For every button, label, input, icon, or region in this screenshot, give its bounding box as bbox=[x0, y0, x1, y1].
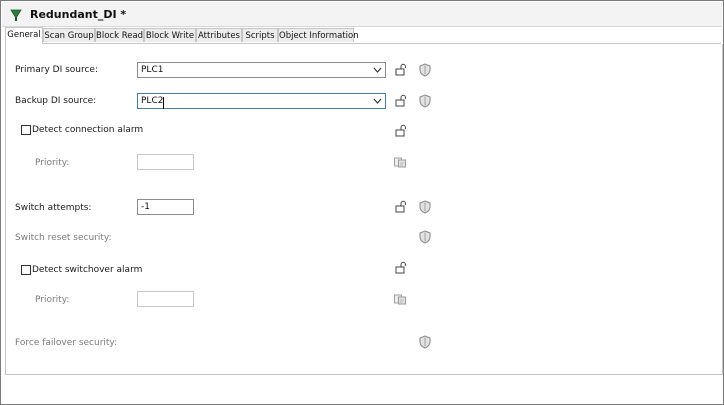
tab-scan-group[interactable]: Scan Group bbox=[43, 28, 95, 42]
primary-di-source-dropdown[interactable]: PLC1 bbox=[137, 62, 386, 78]
detect-connection-alarm-label[interactable]: Detect connection alarm bbox=[32, 125, 143, 135]
tab-strip: General Scan Group Block Read Block Writ… bbox=[5, 27, 721, 44]
connection-alarm-priority-field bbox=[137, 154, 194, 170]
shield-icon[interactable] bbox=[418, 63, 432, 77]
lock-icon[interactable] bbox=[394, 200, 408, 214]
window-title: Redundant_DI * bbox=[30, 8, 127, 21]
lock-icon[interactable] bbox=[394, 63, 408, 77]
alarm-priority-icon bbox=[394, 157, 406, 168]
object-editor-window: Redundant_DI * General Scan Group Block … bbox=[0, 0, 724, 405]
lock-icon[interactable] bbox=[394, 94, 408, 108]
tab-attributes[interactable]: Attributes bbox=[196, 28, 242, 42]
primary-di-source-label: Primary DI source: bbox=[15, 65, 99, 75]
galaxy-object-icon bbox=[10, 9, 22, 21]
primary-di-source-value: PLC1 bbox=[141, 65, 164, 75]
chevron-down-icon[interactable] bbox=[373, 66, 382, 74]
backup-di-source-dropdown[interactable]: PLC2 bbox=[137, 93, 386, 109]
shield-icon[interactable] bbox=[418, 200, 432, 214]
shield-icon[interactable] bbox=[418, 230, 432, 244]
switch-reset-security-label: Switch reset security: bbox=[15, 233, 112, 243]
lock-icon[interactable] bbox=[394, 124, 408, 138]
tab-object-information[interactable]: Object Information bbox=[278, 28, 359, 42]
backup-di-source-value: PLC2 bbox=[141, 96, 164, 106]
connection-alarm-priority-label: Priority: bbox=[35, 158, 70, 168]
text-cursor bbox=[163, 97, 164, 109]
tab-block-write[interactable]: Block Write bbox=[144, 28, 196, 42]
tab-block-read[interactable]: Block Read bbox=[95, 28, 144, 42]
backup-di-source-label: Backup DI source: bbox=[15, 96, 97, 106]
alarm-priority-icon bbox=[394, 294, 406, 305]
chevron-down-icon[interactable] bbox=[373, 97, 382, 105]
tab-scripts[interactable]: Scripts bbox=[242, 28, 278, 42]
switch-attempts-input[interactable]: -1 bbox=[137, 199, 194, 215]
detect-switchover-alarm-checkbox[interactable] bbox=[21, 265, 31, 275]
shield-icon[interactable] bbox=[418, 94, 432, 108]
detect-switchover-alarm-label[interactable]: Detect switchover alarm bbox=[32, 265, 142, 275]
tab-general[interactable]: General bbox=[5, 27, 43, 44]
switchover-alarm-priority-field bbox=[137, 291, 194, 307]
title-bar: Redundant_DI * bbox=[2, 2, 722, 27]
switchover-alarm-priority-label: Priority: bbox=[35, 295, 70, 305]
shield-icon[interactable] bbox=[418, 335, 432, 349]
switch-attempts-value: -1 bbox=[141, 202, 150, 212]
lock-icon[interactable] bbox=[394, 261, 408, 275]
force-failover-security-label: Force failover security: bbox=[15, 338, 118, 348]
detect-connection-alarm-checkbox[interactable] bbox=[21, 125, 31, 135]
switch-attempts-label: Switch attempts: bbox=[15, 203, 92, 213]
